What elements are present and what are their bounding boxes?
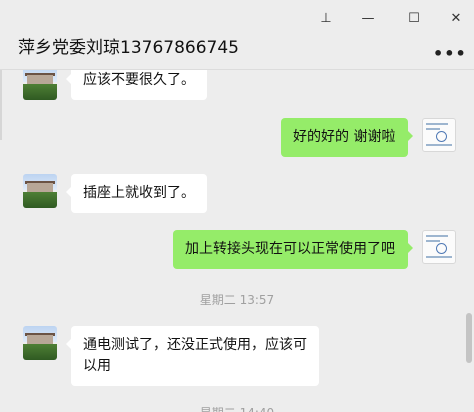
chat-title: 萍乡党委刘琼13767866745: [18, 38, 239, 58]
pin-icon: ⊥: [320, 10, 332, 26]
maximize-icon: ☐: [408, 10, 420, 26]
close-button[interactable]: ✕: [444, 6, 468, 30]
message-bubble-sent[interactable]: 加上转接头现在可以正常使用了吧: [173, 230, 413, 269]
message-text: 好的好的 谢谢啦: [293, 129, 396, 145]
contact-avatar[interactable]: [23, 326, 57, 360]
message-bubble-received[interactable]: 通电测试了，还没正式使用，应该可以用: [66, 326, 319, 386]
contact-avatar[interactable]: [23, 70, 57, 100]
timestamp: 星期二 13:57: [199, 293, 275, 307]
scrollbar-thumb[interactable]: [466, 313, 472, 363]
maximize-button[interactable]: ☐: [402, 6, 426, 30]
my-avatar[interactable]: [422, 230, 456, 264]
message-text: 通电测试了，还没正式使用，应该可以用: [83, 337, 307, 374]
more-icon: •••: [433, 44, 467, 63]
close-icon: ✕: [450, 10, 462, 26]
my-avatar[interactable]: [422, 118, 456, 152]
message-bubble-received[interactable]: 应该不要很久了。: [66, 70, 207, 100]
minimize-button[interactable]: —: [356, 6, 380, 30]
sidebar-edge: [0, 70, 2, 140]
timestamp: 星期二 14:40: [0, 404, 474, 412]
message-bubble-sent[interactable]: 好的好的 谢谢啦: [281, 118, 413, 157]
message-text: 加上转接头现在可以正常使用了吧: [185, 241, 395, 257]
chat-area[interactable]: 应该不要很久了。 好的好的 谢谢啦 插座上就收到了。 加上转接头现在可以正常使用…: [0, 70, 474, 412]
message-text: 插座上就收到了。: [83, 185, 195, 201]
minimize-icon: —: [361, 10, 375, 26]
contact-avatar[interactable]: [23, 174, 57, 208]
title-bar: ⊥ — ☐ ✕ 萍乡党委刘琼13767866745 •••: [0, 0, 474, 70]
message-bubble-received[interactable]: 插座上就收到了。: [66, 174, 207, 213]
message-text: 应该不要很久了。: [83, 72, 195, 88]
pin-window-button[interactable]: ⊥: [314, 6, 338, 30]
more-options-button[interactable]: •••: [433, 44, 467, 63]
